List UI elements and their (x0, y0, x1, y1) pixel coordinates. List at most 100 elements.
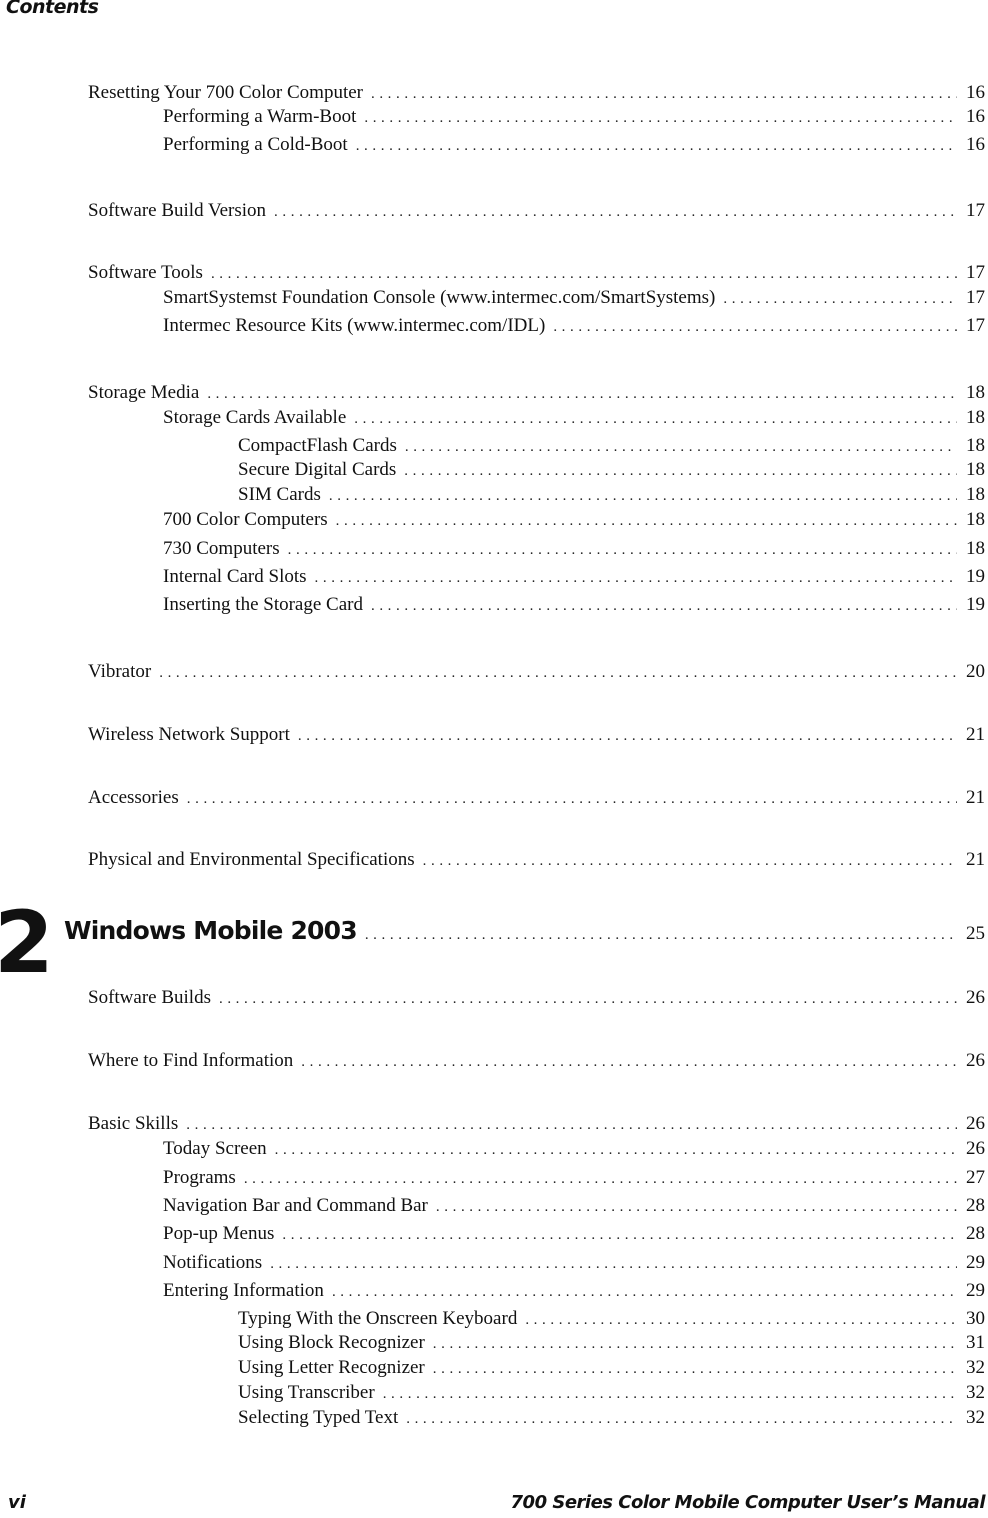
toc-entry-title: Selecting Typed Text (238, 1407, 399, 1428)
toc-entry[interactable]: Inserting the Storage Card..............… (163, 594, 985, 618)
dot-leader: ........................................… (432, 1361, 957, 1377)
dot-leader: ........................................… (328, 488, 957, 504)
toc-entry[interactable]: Vibrator................................… (88, 661, 985, 685)
dot-leader: ........................................… (218, 991, 957, 1007)
toc-entry[interactable]: Software Build Version..................… (88, 200, 985, 224)
dot-leader: ........................................… (243, 1171, 957, 1187)
dot-leader: ........................................… (370, 598, 957, 614)
toc-entry-title: Resetting Your 700 Color Computer (88, 82, 363, 103)
toc-entry[interactable]: Selecting Typed Text....................… (238, 1407, 985, 1431)
toc-entry[interactable]: Accessories.............................… (88, 787, 985, 811)
toc-entry[interactable]: Using Letter Recognizer.................… (238, 1357, 985, 1381)
dot-leader: ........................................… (354, 411, 957, 427)
dot-leader: ........................................… (335, 513, 957, 529)
toc-entry-page: 19 (966, 566, 985, 587)
toc-entry[interactable]: Resetting Your 700 Color Computer.......… (88, 82, 985, 106)
dot-leader: ........................................… (186, 791, 957, 807)
toc-chapter-entry[interactable]: Windows Mobile 2003 ....................… (64, 916, 985, 946)
toc-entry-page: 26 (966, 1138, 985, 1159)
toc-entry[interactable]: Internal Card Slots.....................… (163, 566, 985, 590)
toc-entry-page: 19 (966, 594, 985, 615)
dot-leader: ........................................… (553, 319, 957, 335)
manual-title: 700 Series Color Mobile Computer User’s … (510, 1492, 986, 1513)
toc-entry[interactable]: Basic Skills............................… (88, 1113, 985, 1137)
toc-entry-page: 21 (966, 724, 985, 745)
dot-leader: ........................................… (525, 1312, 957, 1328)
toc-entry[interactable]: Intermec Resource Kits (www.intermec.com… (163, 315, 985, 339)
toc-entry[interactable]: 700 Color Computers.....................… (163, 509, 985, 533)
dot-leader: ........................................… (274, 204, 957, 220)
toc-entry[interactable]: Using Block Recognizer..................… (238, 1332, 985, 1356)
toc-entry[interactable]: Storage Media...........................… (88, 382, 985, 406)
dot-leader: ........................................… (282, 1227, 957, 1243)
toc-entry[interactable]: Performing a Cold-Boot..................… (163, 134, 985, 158)
dot-leader: ........................................… (301, 1054, 957, 1070)
dot-leader: ........................................… (364, 110, 957, 126)
toc-entry-title: Entering Information (163, 1280, 324, 1301)
toc-entry-page: 16 (966, 134, 985, 155)
toc-entry[interactable]: Software Tools..........................… (88, 262, 985, 286)
toc-entry-page: 17 (966, 200, 985, 221)
toc-entry-page: 28 (966, 1195, 985, 1216)
toc-entry-title: Using Letter Recognizer (238, 1357, 425, 1378)
toc-entry-title: Performing a Warm-Boot (163, 106, 357, 127)
dot-leader: ........................................… (723, 291, 957, 307)
toc-entry-page: 18 (966, 509, 985, 530)
toc-entry-title: Secure Digital Cards (238, 459, 397, 480)
dot-leader: ........................................… (404, 463, 957, 479)
toc-entry-page: 32 (966, 1407, 985, 1428)
toc-entry-title: Using Block Recognizer (238, 1332, 425, 1353)
toc-entry[interactable]: Navigation Bar and Command Bar..........… (163, 1195, 985, 1219)
toc-entry-title: Notifications (163, 1252, 263, 1273)
toc-entry[interactable]: CompactFlash Cards......................… (238, 435, 985, 459)
toc-entry[interactable]: SmartSystemst Foundation Console (www.in… (163, 287, 985, 311)
toc-entry-page: 25 (966, 923, 985, 944)
dot-leader: ........................................… (210, 266, 957, 282)
dot-leader: ........................................… (297, 728, 957, 744)
toc-entry-page: 16 (966, 82, 985, 103)
toc-entry[interactable]: Wireless Network Support................… (88, 724, 985, 748)
toc-entry[interactable]: Today Screen............................… (163, 1138, 985, 1162)
dot-leader: ........................................… (364, 927, 957, 943)
toc-entry[interactable]: Storage Cards Available.................… (163, 407, 985, 431)
page-number: vi (8, 1492, 26, 1513)
toc-entry-title: 700 Color Computers (163, 509, 328, 530)
toc-entry-page: 26 (966, 987, 985, 1008)
toc-entry[interactable]: Physical and Environmental Specification… (88, 849, 985, 873)
toc-entry-title: Storage Media (88, 382, 200, 403)
toc-entry-page: 31 (966, 1332, 985, 1353)
toc-entry[interactable]: SIM Cards...............................… (238, 484, 985, 508)
toc-entry-page: 18 (966, 435, 985, 456)
toc-entry-title: Software Build Version (88, 200, 267, 221)
dot-leader: ........................................… (435, 1199, 957, 1215)
dot-leader: ........................................… (314, 570, 957, 586)
chapter-number: 2 (0, 893, 54, 993)
toc-entry-page: 17 (966, 315, 985, 336)
toc-entry-page: 29 (966, 1280, 985, 1301)
toc-entry-page: 28 (966, 1223, 985, 1244)
toc-entry-title: Intermec Resource Kits (www.intermec.com… (163, 315, 546, 336)
toc-entry[interactable]: Secure Digital Cards....................… (238, 459, 985, 483)
toc-entry[interactable]: Entering Information....................… (163, 1280, 985, 1304)
dot-leader: ........................................… (186, 1117, 957, 1133)
dot-leader: ........................................… (370, 86, 957, 102)
toc-entry[interactable]: Software Builds.........................… (88, 987, 985, 1011)
toc-entry-title: CompactFlash Cards (238, 435, 397, 456)
toc-entry[interactable]: Using Transcriber.......................… (238, 1382, 985, 1406)
toc-entry-title: Storage Cards Available (163, 407, 347, 428)
toc-entry-title: Vibrator (88, 661, 152, 682)
toc-entry[interactable]: Pop-up Menus............................… (163, 1223, 985, 1247)
dot-leader: ........................................… (422, 853, 957, 869)
toc-entry-title: Physical and Environmental Specification… (88, 849, 415, 870)
toc-entry-title: Windows Mobile 2003 (64, 916, 358, 945)
toc-entry-title: Software Builds (88, 987, 211, 1008)
toc-entry-page: 26 (966, 1113, 985, 1134)
toc-entry[interactable]: Typing With the Onscreen Keyboard.......… (238, 1308, 985, 1332)
toc-entry-page: 27 (966, 1167, 985, 1188)
toc-entry[interactable]: 730 Computers...........................… (163, 538, 985, 562)
toc-entry[interactable]: Where to Find Information...............… (88, 1050, 985, 1074)
toc-entry[interactable]: Notifications...........................… (163, 1252, 985, 1276)
dot-leader: ........................................… (432, 1336, 957, 1352)
toc-entry[interactable]: Programs................................… (163, 1167, 985, 1191)
toc-entry[interactable]: Performing a Warm-Boot..................… (163, 106, 985, 130)
